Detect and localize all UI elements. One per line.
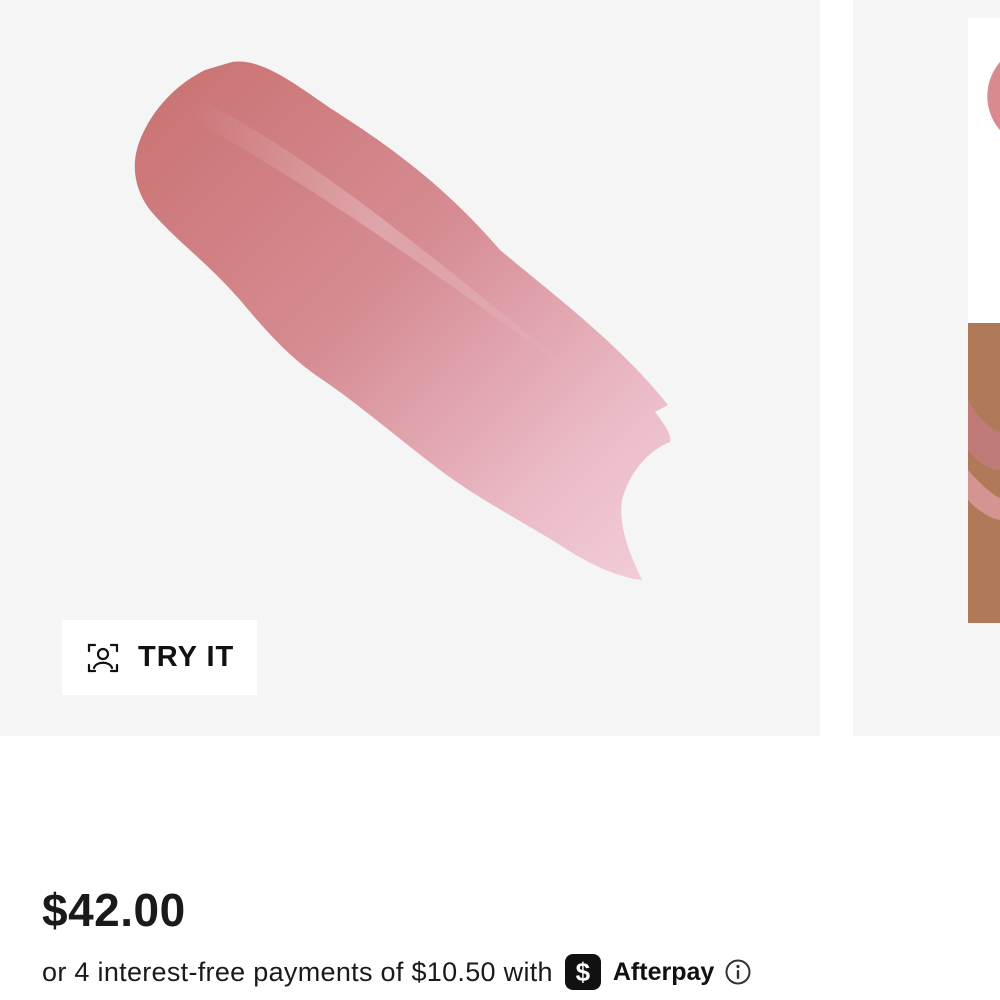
product-page: TRY IT $42.00 or 4 interest-free payment… [0, 0, 1000, 1000]
info-icon[interactable] [724, 958, 752, 986]
try-it-button[interactable]: TRY IT [62, 620, 257, 695]
product-image-secondary[interactable] [853, 0, 1000, 736]
try-it-label: TRY IT [138, 641, 235, 673]
afterpay-mark-icon: $ [564, 954, 601, 990]
product-price: $42.00 [42, 884, 186, 936]
afterpay-name: Afterpay [612, 957, 715, 986]
face-scan-icon [87, 643, 119, 672]
installment-info: or 4 interest-free payments of $10.50 wi… [42, 952, 752, 992]
afterpay-logo: $ Afterpay [564, 954, 715, 990]
installment-text: or 4 interest-free payments of $10.50 wi… [42, 956, 553, 987]
lips-model-image [968, 18, 1000, 623]
product-image-main[interactable]: TRY IT [0, 0, 820, 736]
